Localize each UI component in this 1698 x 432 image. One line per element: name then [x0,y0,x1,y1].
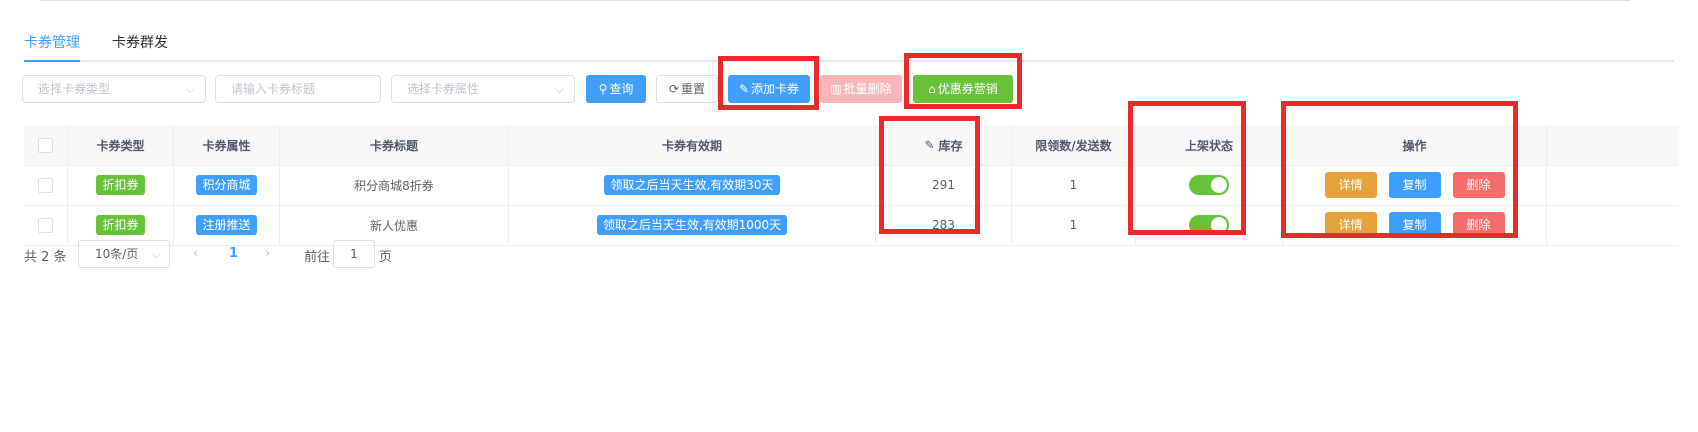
attr-cell: 注册推送 [174,205,280,245]
card-title-input-placeholder: 请输入卡券标题 [231,82,316,96]
card-type-select-placeholder: 选择卡券类型 [38,82,111,96]
prev-page-icon[interactable]: ‹ [193,246,198,261]
goto-page-input[interactable]: 1 [333,240,375,268]
highlight-status [1128,101,1246,235]
highlight-actions [1281,101,1518,238]
highlight-marketing [904,53,1022,109]
column-header: 卡券类型 [68,125,174,165]
chevron-down-icon: ⌵ [554,82,564,96]
row-checkbox[interactable] [38,177,53,193]
chevron-down-icon: ⌵ [185,82,195,96]
pagination-total: 共 2 条 [24,250,67,265]
attr-cell: 积分商城 [174,165,280,205]
goto-suffix: 页 [379,250,393,265]
batch-delete-button-label: 批量删除 [843,82,892,96]
attr-tag: 积分商城 [196,175,257,195]
page-size-select[interactable]: 10条/页 ⌵ [78,240,170,268]
column-header: 卡券标题 [280,125,509,165]
validity-cell: 领取之后当天生效,有效期1000天 [509,205,876,245]
refresh-icon: ⟳ [668,82,680,96]
type-cell: 折扣券 [68,165,174,205]
row-select-cell [24,165,68,205]
select-all-checkbox[interactable] [38,137,53,153]
row-select-cell [24,205,68,245]
select-all-cell [24,125,68,165]
trash-icon: ▥ [830,82,842,96]
title-cell: 积分商城8折券 [280,165,509,205]
limit-cell: 1 [1012,165,1136,205]
column-header: 卡券有效期 [509,125,876,165]
reset-button[interactable]: ⟳ 重置 [656,75,718,103]
validity-tag: 领取之后当天生效,有效期30天 [604,175,780,195]
tab-card-broadcast[interactable]: 卡券群发 [112,32,168,52]
card-attr-select[interactable]: 选择卡券属性 ⌵ [391,75,575,103]
page-number-current[interactable]: 1 [229,246,238,261]
active-tab-indicator [24,60,80,62]
tab-bar: 卡券管理 卡券群发 [24,28,1674,62]
highlight-add-card [718,56,819,110]
query-button-label: 查询 [609,82,634,96]
card-attr-select-placeholder: 选择卡券属性 [407,82,480,96]
top-divider [40,0,1630,1]
chevron-down-icon: ⌵ [151,247,161,261]
validity-cell: 领取之后当天生效,有效期30天 [509,165,876,205]
column-header: 限领数/发送数 [1012,125,1136,165]
tab-card-management[interactable]: 卡券管理 [24,32,80,52]
search-icon: ⚲ [598,82,608,96]
reset-button-label: 重置 [681,82,706,96]
batch-delete-button[interactable]: ▥ 批量删除 [820,75,902,103]
column-header: 卡券属性 [174,125,280,165]
goto-prefix: 前往 [304,250,331,265]
highlight-stock [879,116,980,234]
type-tag: 折扣券 [96,215,145,235]
page-size-value: 10条/页 [95,247,139,261]
next-page-icon[interactable]: › [265,246,270,261]
attr-tag: 注册推送 [196,215,257,235]
type-cell: 折扣券 [68,205,174,245]
query-button[interactable]: ⚲ 查询 [586,75,646,103]
validity-tag: 领取之后当天生效,有效期1000天 [596,215,788,235]
card-title-input[interactable]: 请输入卡券标题 [215,75,381,103]
type-tag: 折扣券 [96,175,145,195]
title-cell: 新人优惠 [280,205,509,245]
card-type-select[interactable]: 选择卡券类型 ⌵ [22,75,206,103]
row-checkbox[interactable] [38,217,53,233]
limit-cell: 1 [1012,205,1136,245]
